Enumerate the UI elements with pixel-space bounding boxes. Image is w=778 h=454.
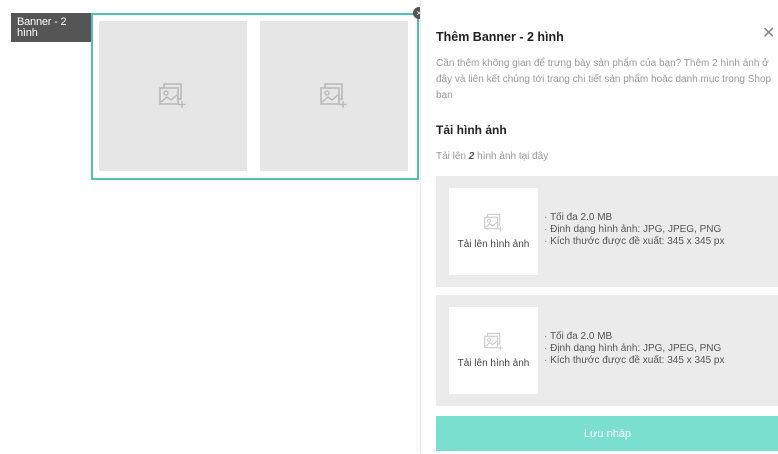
banner-canvas: Banner - 2 hình × <box>0 0 425 454</box>
save-draft-button[interactable]: Lưu nháp <box>436 416 778 451</box>
banner-image-slot-2[interactable] <box>260 21 408 171</box>
upload-row-1: Tải lên hình ảnh Tối đa 2.0 MB Định dạng… <box>436 176 778 287</box>
max-size-text: Tối đa 2.0 MB <box>544 331 724 343</box>
image-placeholder-icon <box>158 82 188 110</box>
add-banner-panel: Thêm Banner - 2 hình ✕ Cần thêm không gi… <box>420 0 778 454</box>
upload-requirements: Tối đa 2.0 MB Định dạng hình ảnh: JPG, J… <box>544 212 725 248</box>
format-text: Định dạng hình ảnh: JPG, JPEG, PNG <box>544 343 724 355</box>
recommended-size-text: Kích thước được đề xuất: 345 x 345 px <box>544 355 724 367</box>
banner-type-tag: Banner - 2 hình <box>11 13 91 42</box>
image-upload-icon <box>483 332 505 352</box>
format-text: Định dạng hình ảnh: JPG, JPEG, PNG <box>544 224 724 236</box>
recommended-size-text: Kích thước được đề xuất: 345 x 345 px <box>544 236 724 248</box>
upload-image-label: Tải lên hình ảnh <box>457 239 530 250</box>
upload-section-title: Tải hình ảnh <box>436 123 507 137</box>
upload-row-2: Tải lên hình ảnh Tối đa 2.0 MB Định dạng… <box>436 295 778 406</box>
banner-frame[interactable] <box>91 13 419 180</box>
max-size-text: Tối đa 2.0 MB <box>544 212 724 224</box>
upload-image-button[interactable]: Tải lên hình ảnh <box>449 188 538 275</box>
image-upload-icon <box>483 213 505 233</box>
upload-image-label: Tải lên hình ảnh <box>457 358 530 369</box>
close-icon[interactable]: ✕ <box>762 26 775 42</box>
upload-requirements: Tối đa 2.0 MB Định dạng hình ảnh: JPG, J… <box>544 331 725 367</box>
banner-image-slot-1[interactable] <box>99 21 247 171</box>
image-placeholder-icon <box>319 82 349 110</box>
panel-description: Cần thêm không gian để trưng bày sản phẩ… <box>436 58 772 101</box>
upload-image-button[interactable]: Tải lên hình ảnh <box>449 307 538 394</box>
panel-title: Thêm Banner - 2 hình <box>436 30 564 44</box>
upload-section-subtitle: Tải lên 2 hình ảnh tại đây <box>436 151 549 162</box>
